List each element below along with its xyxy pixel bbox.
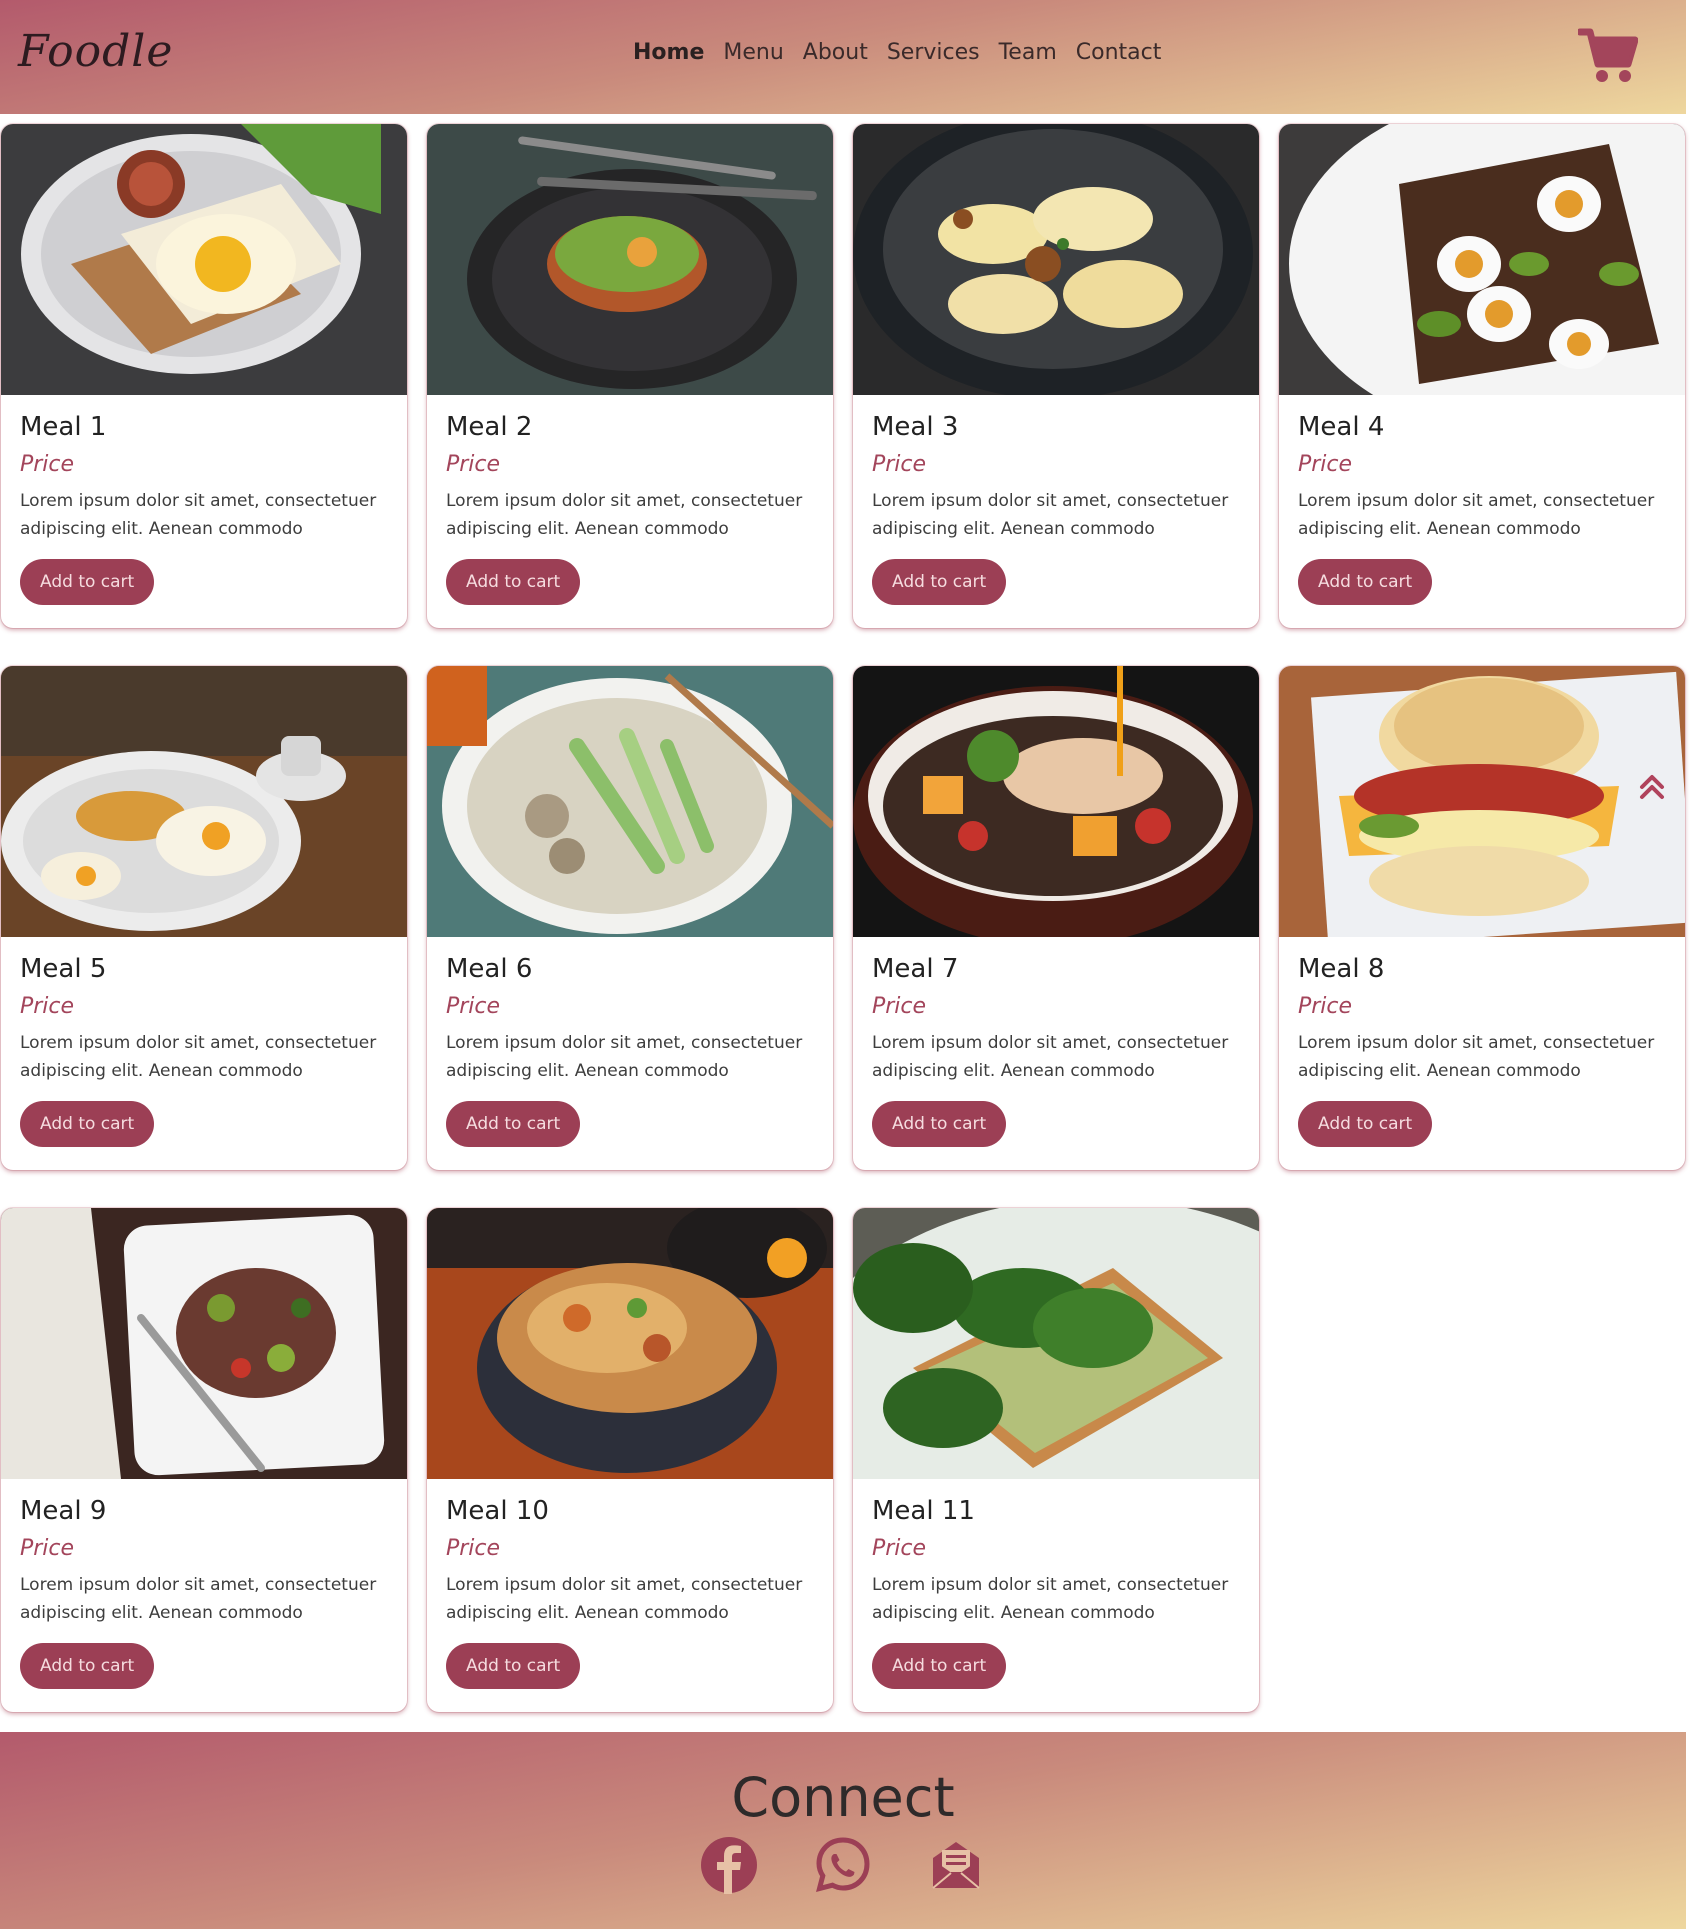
brand-logo[interactable]: Foodle — [18, 26, 173, 77]
meal-price: Price — [20, 452, 75, 477]
add-to-cart-button[interactable]: Add to cart — [1298, 1101, 1433, 1147]
meal-title: Meal 4 — [1298, 412, 1385, 442]
meal-price: Price — [446, 1536, 501, 1561]
page: Foodle Home Menu About Services Team Con… — [0, 0, 1686, 1929]
meal-image — [853, 1208, 1259, 1479]
meal-image — [427, 124, 833, 395]
meal-price: Price — [20, 1536, 75, 1561]
add-to-cart-button[interactable]: Add to cart — [20, 559, 155, 605]
meal-description: Lorem ipsum dolor sit amet, consectetuer… — [1298, 1033, 1655, 1081]
meal-title: Meal 10 — [446, 1496, 549, 1526]
footer: Connect — [0, 1732, 1686, 1929]
meal-title: Meal 8 — [1298, 954, 1385, 984]
meal-description: Lorem ipsum dolor sit amet, consectetuer… — [446, 491, 803, 539]
meal-card: Meal 9 Price Lorem ipsum dolor sit amet,… — [1, 1208, 407, 1712]
meal-card: Meal 7 Price Lorem ipsum dolor sit amet,… — [853, 666, 1259, 1170]
meal-card: Meal 11 Price Lorem ipsum dolor sit amet… — [853, 1208, 1259, 1712]
meal-description: Lorem ipsum dolor sit amet, consectetuer… — [20, 1033, 377, 1081]
meal-description: Lorem ipsum dolor sit amet, consectetuer… — [872, 1575, 1229, 1623]
add-to-cart-button[interactable]: Add to cart — [872, 559, 1007, 605]
footer-title: Connect — [731, 1766, 955, 1829]
meal-price: Price — [872, 1536, 927, 1561]
meal-price: Price — [872, 994, 927, 1019]
meal-price: Price — [446, 994, 501, 1019]
meal-image — [1279, 124, 1685, 395]
meal-description: Lorem ipsum dolor sit amet, consectetuer… — [872, 491, 1229, 539]
meal-title: Meal 3 — [872, 412, 959, 442]
meal-image — [1, 1208, 407, 1479]
meal-title: Meal 6 — [446, 954, 533, 984]
meal-image — [427, 666, 833, 937]
chevrons-up-icon[interactable] — [1638, 773, 1666, 801]
navbar: Foodle Home Menu About Services Team Con… — [0, 0, 1686, 114]
add-to-cart-button[interactable]: Add to cart — [446, 1101, 581, 1147]
meal-title: Meal 7 — [872, 954, 959, 984]
add-to-cart-button[interactable]: Add to cart — [20, 1101, 155, 1147]
meal-title: Meal 2 — [446, 412, 533, 442]
meal-image — [1, 666, 407, 937]
meal-description: Lorem ipsum dolor sit amet, consectetuer… — [20, 1575, 377, 1623]
shopping-cart-icon[interactable] — [1578, 28, 1638, 84]
meal-card: Meal 8 Price Lorem ipsum dolor sit amet,… — [1279, 666, 1685, 1170]
nav-links: Home Menu About Services Team Contact — [633, 40, 1161, 65]
nav-link-home[interactable]: Home — [633, 40, 704, 65]
meal-description: Lorem ipsum dolor sit amet, consectetuer… — [1298, 491, 1655, 539]
meal-card: Meal 2 Price Lorem ipsum dolor sit amet,… — [427, 124, 833, 628]
facebook-icon[interactable] — [700, 1836, 758, 1894]
meal-description: Lorem ipsum dolor sit amet, consectetuer… — [872, 1033, 1229, 1081]
envelope-open-icon[interactable] — [927, 1836, 985, 1894]
meal-card: Meal 4 Price Lorem ipsum dolor sit amet,… — [1279, 124, 1685, 628]
meal-image — [853, 666, 1259, 937]
nav-link-about[interactable]: About — [803, 40, 868, 65]
meal-card: Meal 1 Price Lorem ipsum dolor sit amet,… — [1, 124, 407, 628]
add-to-cart-button[interactable]: Add to cart — [446, 559, 581, 605]
add-to-cart-button[interactable]: Add to cart — [20, 1643, 155, 1689]
meal-price: Price — [1298, 994, 1353, 1019]
meal-title: Meal 5 — [20, 954, 107, 984]
meal-description: Lorem ipsum dolor sit amet, consectetuer… — [446, 1575, 803, 1623]
meal-image — [1279, 666, 1685, 937]
meal-title: Meal 1 — [20, 412, 107, 442]
meal-price: Price — [446, 452, 501, 477]
meal-title: Meal 11 — [872, 1496, 975, 1526]
meal-image — [1, 124, 407, 395]
add-to-cart-button[interactable]: Add to cart — [1298, 559, 1433, 605]
meal-grid: Meal 1 Price Lorem ipsum dolor sit amet,… — [0, 124, 1686, 1724]
meal-description: Lorem ipsum dolor sit amet, consectetuer… — [446, 1033, 803, 1081]
nav-link-services[interactable]: Services — [887, 40, 980, 65]
nav-link-team[interactable]: Team — [999, 40, 1057, 65]
whatsapp-icon[interactable] — [814, 1836, 872, 1894]
meal-card: Meal 10 Price Lorem ipsum dolor sit amet… — [427, 1208, 833, 1712]
add-to-cart-button[interactable]: Add to cart — [872, 1101, 1007, 1147]
meal-price: Price — [20, 994, 75, 1019]
meal-price: Price — [872, 452, 927, 477]
meal-card: Meal 5 Price Lorem ipsum dolor sit amet,… — [1, 666, 407, 1170]
meal-price: Price — [1298, 452, 1353, 477]
nav-link-menu[interactable]: Menu — [723, 40, 783, 65]
add-to-cart-button[interactable]: Add to cart — [446, 1643, 581, 1689]
meal-card: Meal 6 Price Lorem ipsum dolor sit amet,… — [427, 666, 833, 1170]
add-to-cart-button[interactable]: Add to cart — [872, 1643, 1007, 1689]
meal-image — [427, 1208, 833, 1479]
nav-link-contact[interactable]: Contact — [1076, 40, 1162, 65]
meal-title: Meal 9 — [20, 1496, 107, 1526]
meal-image — [853, 124, 1259, 395]
meal-description: Lorem ipsum dolor sit amet, consectetuer… — [20, 491, 377, 539]
meal-card: Meal 3 Price Lorem ipsum dolor sit amet,… — [853, 124, 1259, 628]
